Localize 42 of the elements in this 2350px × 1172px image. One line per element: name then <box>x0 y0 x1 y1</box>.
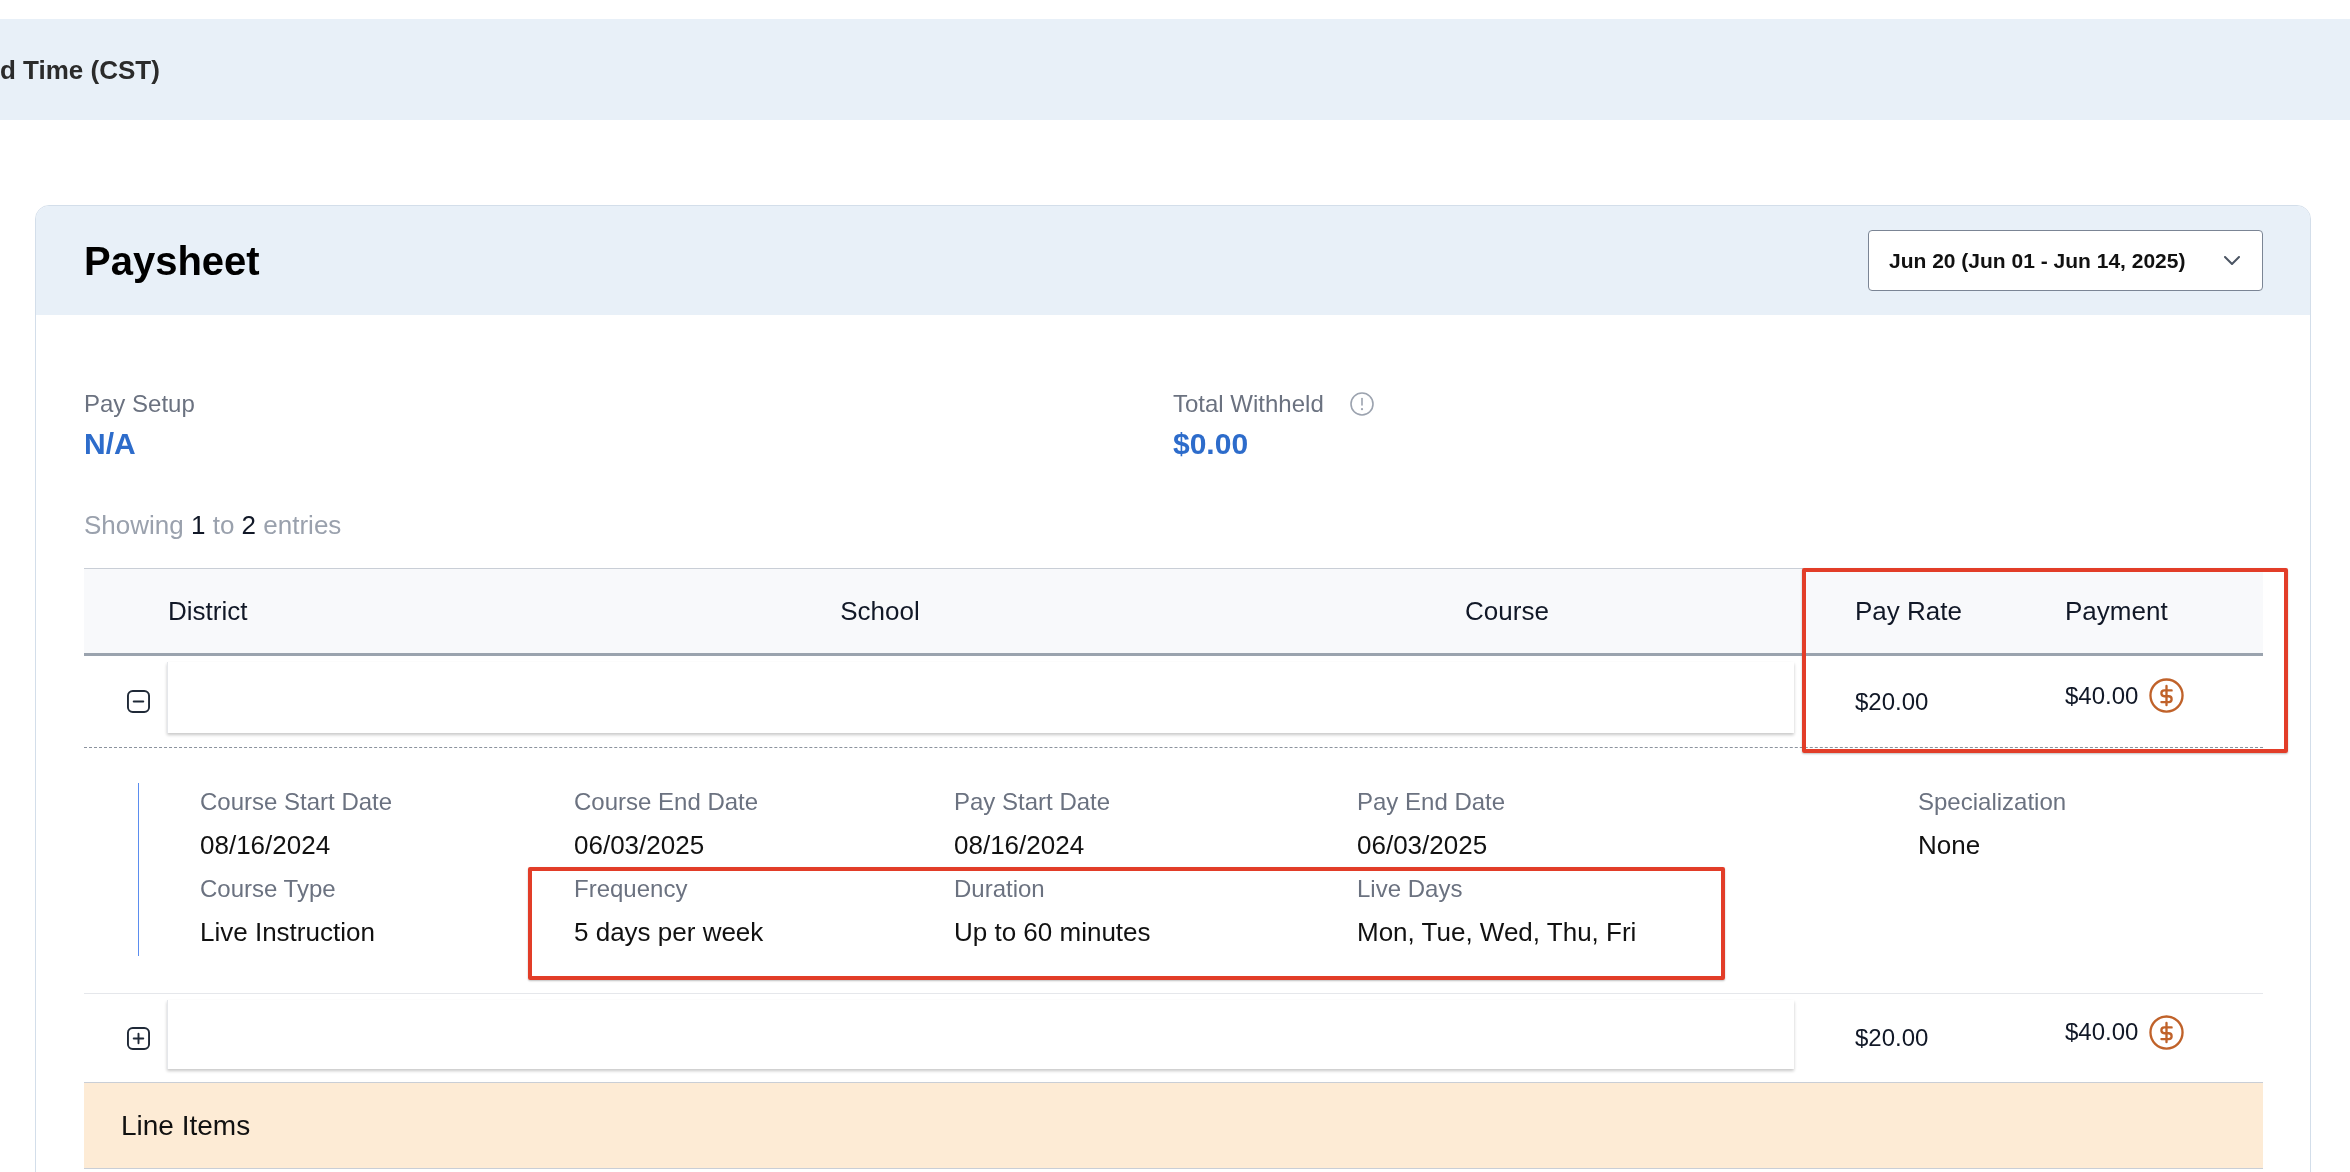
dollar-circle-icon[interactable] <box>2149 678 2185 713</box>
detail-value: 06/03/2025 <box>574 829 705 862</box>
column-header: School <box>840 596 920 626</box>
summary-label: Total Withheld <box>1173 389 1324 419</box>
column-header: District <box>168 596 248 626</box>
detail-label: Live Days <box>1357 874 1463 904</box>
payment-amount: $40.00 <box>2065 680 2139 711</box>
detail-value: Mon, Tue, Wed, Thu, Fri <box>1357 916 1637 949</box>
detail-value: 06/03/2025 <box>1357 829 1488 862</box>
header-text: d Time (CST) <box>0 53 160 86</box>
chevron-down-icon <box>2224 256 2240 265</box>
detail-value: 5 days per week <box>574 916 764 949</box>
detail-label: Course Type <box>200 874 336 904</box>
summary-value: $0.00 <box>1173 426 1249 462</box>
pay-rate: $20.00 <box>1855 686 1929 717</box>
detail-value: Up to 60 minutes <box>954 916 1151 949</box>
payment-amount: $40.00 <box>2065 1017 2139 1047</box>
pay-rate: $20.00 <box>1855 1023 1929 1053</box>
entries-info: Showing 1 to 2 entries <box>84 509 342 541</box>
detail-label: Pay Start Date <box>954 787 1111 817</box>
plus-square-icon[interactable] <box>127 1026 150 1050</box>
detail-label: Duration <box>954 874 1045 904</box>
detail-value: Live Instruction <box>200 916 375 949</box>
column-header: Course <box>1465 596 1549 626</box>
column-header: Pay Rate <box>1855 596 1962 626</box>
section-title: Line Items <box>121 1108 251 1143</box>
detail-label: Pay End Date <box>1357 787 1506 817</box>
detail-label: Specialization <box>1918 787 2067 817</box>
detail-label: Course End Date <box>574 787 759 817</box>
period-select[interactable]: Jun 20 (Jun 01 - Jun 14, 2025) <box>1868 230 2263 291</box>
detail-value: None <box>1918 829 1981 862</box>
detail-label: Frequency <box>574 874 688 904</box>
info-icon[interactable] <box>1349 392 1374 416</box>
detail-value: 08/16/2024 <box>200 829 331 862</box>
detail-value: 08/16/2024 <box>954 829 1085 862</box>
minus-square-icon[interactable] <box>127 690 150 713</box>
summary-value: N/A <box>84 426 136 462</box>
column-header: Payment <box>2065 596 2168 626</box>
summary-label: Pay Setup <box>84 389 195 419</box>
detail-label: Course Start Date <box>200 787 393 817</box>
dollar-circle-icon[interactable] <box>2149 1014 2185 1050</box>
card-title: Paysheet <box>84 237 260 285</box>
